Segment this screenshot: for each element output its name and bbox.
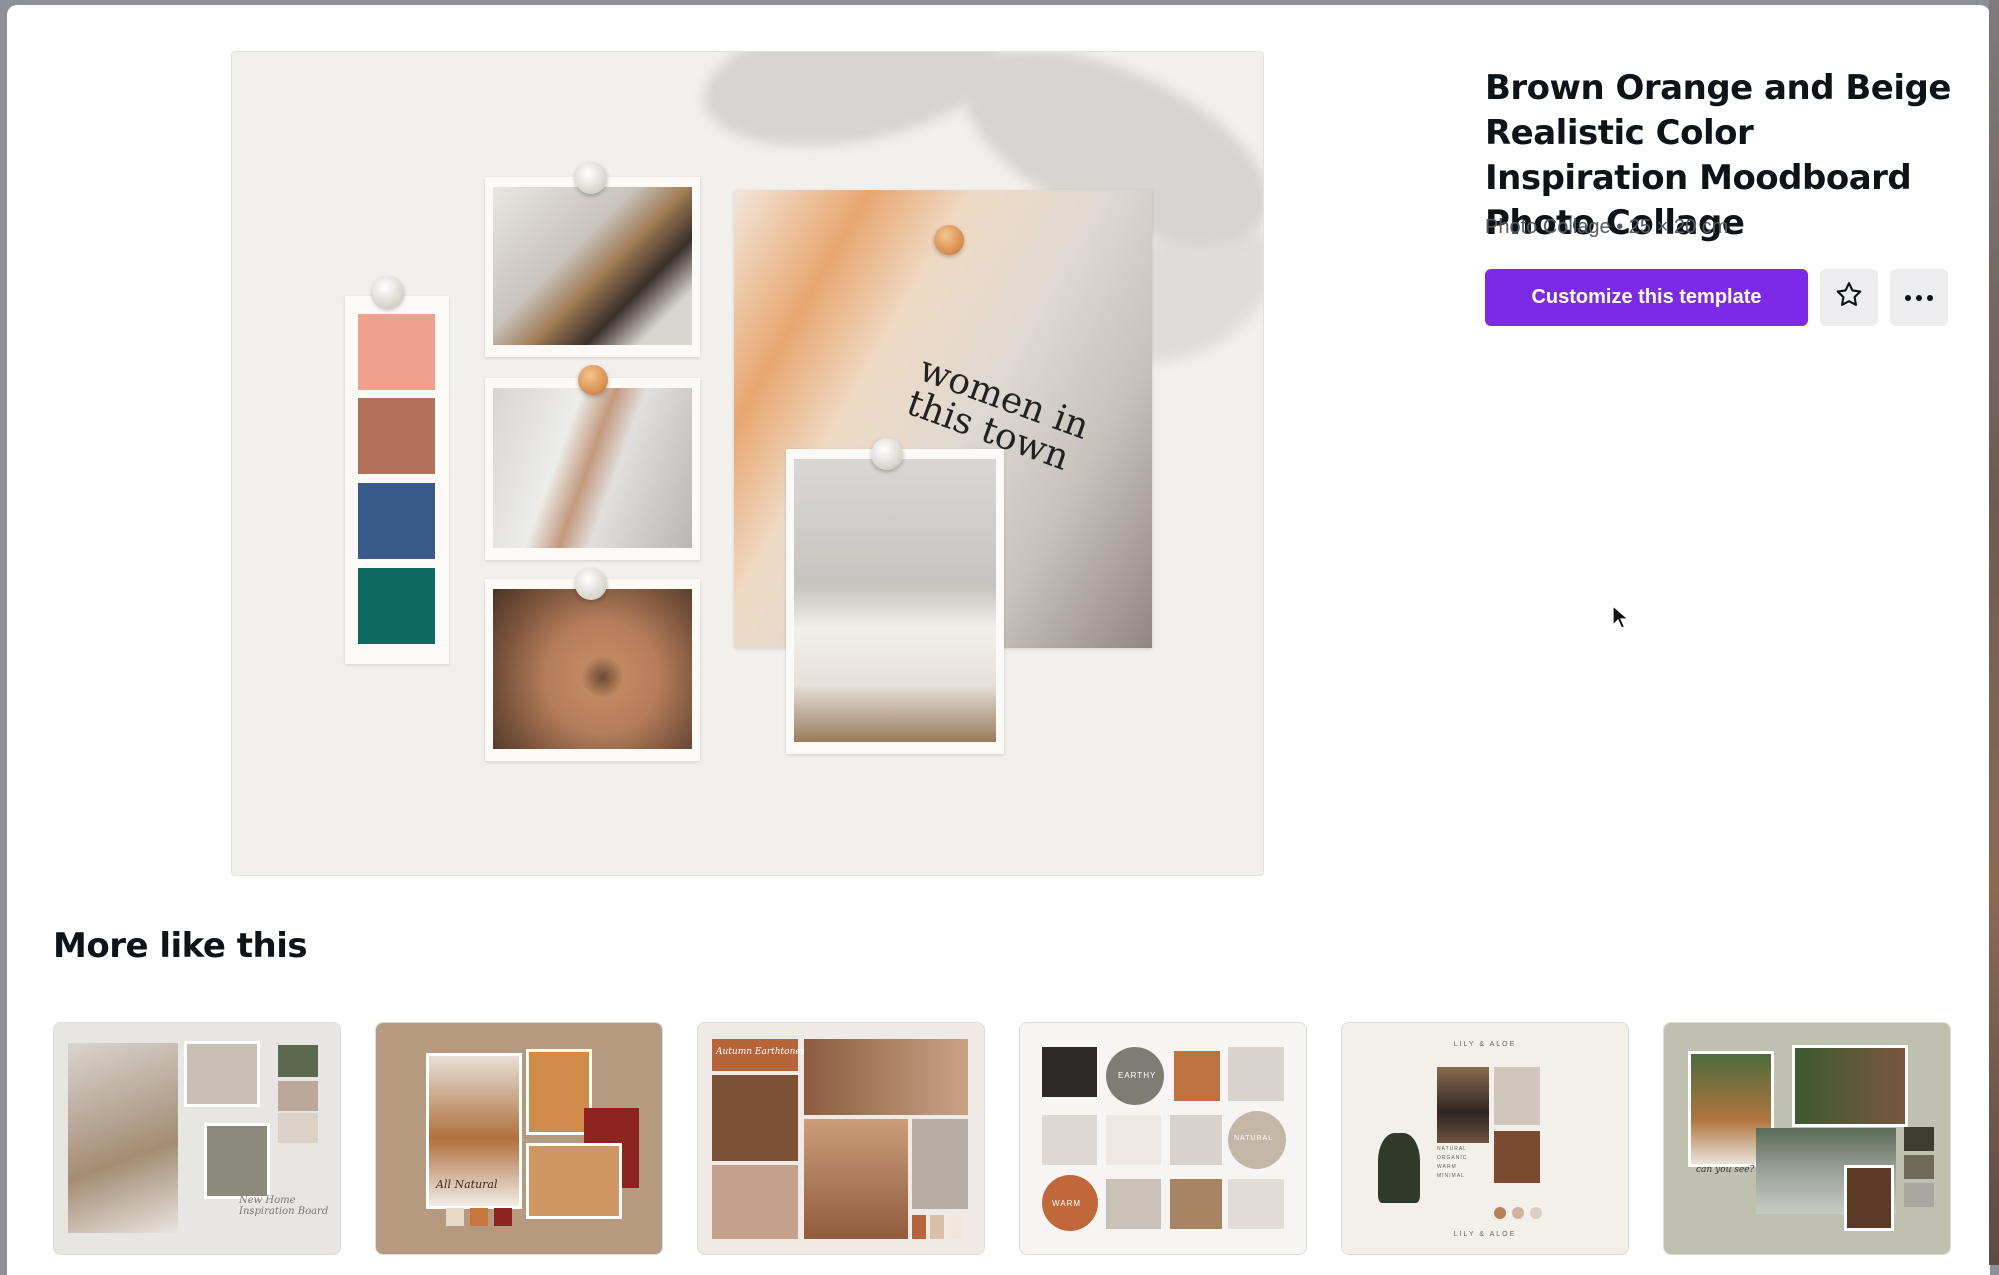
palette-swatch	[358, 398, 435, 474]
palette-swatch	[358, 568, 435, 644]
hand-photo	[485, 378, 700, 560]
template-modal: women in this town Brown Orange and Beig…	[7, 5, 1990, 1275]
related-template-card[interactable]: EARTHY NATURAL WARM	[1019, 1022, 1307, 1255]
more-options-button[interactable]	[1890, 269, 1948, 326]
thumb-word: WARM	[1437, 1164, 1457, 1170]
pushpin	[871, 438, 903, 470]
thumb-brand: LILY & ALOE	[1453, 1231, 1517, 1238]
more-horizontal-icon	[1905, 294, 1933, 301]
template-meta: Photo Collage • 25 × 20 cm	[1485, 216, 1728, 239]
pushpin	[575, 162, 607, 194]
customize-template-button[interactable]: Customize this template	[1485, 269, 1808, 326]
bathtub-photo	[786, 449, 1004, 754]
eye-photo	[485, 579, 700, 761]
related-template-card[interactable]: Autumn Earthtones	[697, 1022, 985, 1255]
thumb-caption: New Home Inspiration Board	[239, 1195, 329, 1217]
thumb-caption: Autumn Earthtones	[716, 1047, 806, 1057]
palette-card	[345, 296, 449, 664]
thumb-word: NATURAL	[1437, 1146, 1467, 1152]
thumb-word: MINIMAL	[1437, 1173, 1465, 1179]
thumb-word-list: NATURAL ORGANIC WARM MINIMAL	[1437, 1145, 1467, 1181]
meta-separator: •	[1616, 216, 1624, 238]
related-template-card[interactable]: All Natural	[375, 1022, 663, 1255]
thumb-caption: WARM	[1052, 1199, 1082, 1208]
palette-swatch	[358, 483, 435, 559]
favorite-button[interactable]	[1820, 269, 1878, 326]
background-page-edge	[1989, 0, 1999, 1265]
palette-swatch	[358, 314, 435, 390]
thumb-caption: EARTHY	[1118, 1071, 1157, 1080]
pushpin	[372, 276, 404, 308]
related-template-card[interactable]: New Home Inspiration Board	[53, 1022, 341, 1255]
template-size: 25 × 20 cm	[1628, 216, 1729, 238]
pushpin	[578, 365, 608, 395]
more-like-this-heading: More like this	[53, 926, 308, 966]
leaf-shadow	[692, 52, 1012, 168]
related-template-card[interactable]: LILY & ALOE NATURAL ORGANIC WARM MINIMAL…	[1341, 1022, 1629, 1255]
thumb-caption: All Natural	[436, 1178, 498, 1191]
pushpin	[934, 225, 964, 255]
mouse-cursor-icon	[1612, 604, 1630, 636]
makeup-photo	[485, 177, 700, 357]
star-outline-icon	[1833, 279, 1865, 316]
thumb-caption: can you see?	[1696, 1165, 1755, 1175]
thumb-brand: LILY & ALOE	[1453, 1041, 1517, 1048]
related-template-card[interactable]: can you see?	[1663, 1022, 1951, 1255]
thumb-caption: NATURAL	[1234, 1135, 1274, 1142]
template-type: Photo Collage	[1485, 216, 1611, 238]
pushpin	[575, 568, 607, 600]
thumb-word: ORGANIC	[1437, 1155, 1468, 1161]
template-preview: women in this town	[231, 51, 1264, 876]
